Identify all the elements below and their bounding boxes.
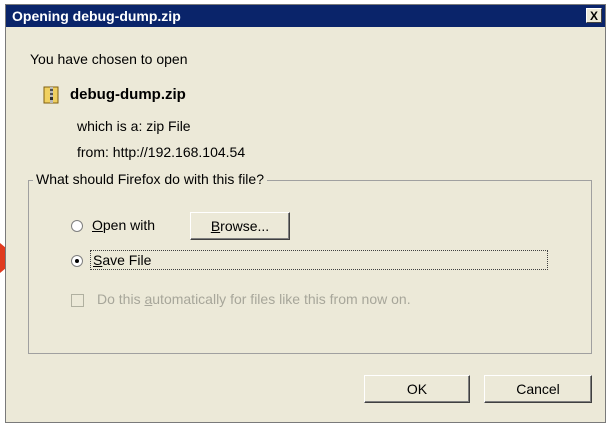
close-icon: X — [589, 9, 598, 23]
radio-selected-dot — [75, 259, 79, 263]
ok-button[interactable]: OK — [364, 375, 470, 403]
window-title: Opening debug-dump.zip — [12, 8, 181, 24]
save-file-label[interactable]: Save File — [90, 250, 548, 270]
close-button[interactable]: X — [586, 8, 602, 23]
intro-text: You have chosen to open — [30, 51, 188, 67]
open-with-label[interactable]: Open with — [92, 217, 155, 233]
open-with-radio[interactable] — [71, 220, 83, 232]
file-name: debug-dump.zip — [70, 86, 186, 103]
save-file-radio[interactable] — [71, 255, 83, 267]
file-source: from: http://192.168.104.54 — [77, 144, 246, 160]
group-legend: What should Firefox do with this file? — [33, 171, 267, 187]
cancel-button[interactable]: Cancel — [484, 375, 592, 403]
file-type: which is a: zip File — [77, 118, 191, 134]
zip-file-icon — [43, 86, 59, 104]
auto-checkbox-label[interactable]: Do this automatically for files like thi… — [97, 291, 411, 307]
title-bar[interactable]: Opening debug-dump.zip X — [6, 5, 605, 27]
auto-checkbox[interactable] — [71, 294, 84, 307]
browse-button[interactable]: Browse... — [190, 212, 290, 240]
